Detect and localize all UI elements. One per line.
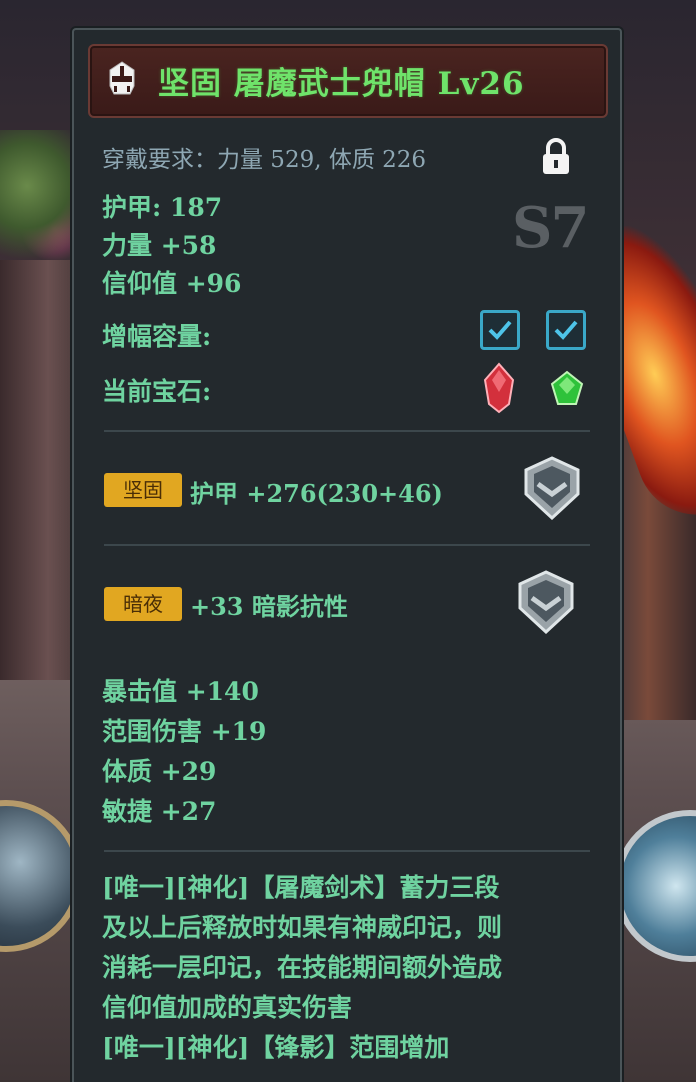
section-divider-1 bbox=[104, 430, 590, 432]
affix-tag-sturdy: 坚固 bbox=[104, 473, 182, 507]
wear-requirement: 穿戴要求：力量 529, 体质 226 bbox=[102, 147, 427, 173]
background-pillar-left bbox=[0, 260, 80, 680]
stat-armor: 护甲: 187 bbox=[102, 193, 223, 222]
stat-area-damage: 范围伤害 +19 bbox=[102, 717, 267, 746]
description-line-4: 信仰值加成的真实伤害 bbox=[102, 993, 353, 1022]
item-title-bar: 坚固 屠魔武士兜帽 Lv26 bbox=[88, 44, 608, 118]
description-line-5: [唯一][神化]【锋影】范围增加 bbox=[102, 1033, 450, 1062]
section-divider-3 bbox=[104, 850, 590, 852]
description-line-3: 消耗一层印记，在技能期间额外造成 bbox=[102, 953, 503, 982]
item-tooltip-panel: 坚固 屠魔武士兜帽 Lv26 穿戴要求：力量 529, 体质 226 护甲: 1… bbox=[72, 28, 622, 1082]
affix-text-armor: 护甲 +276(230+46) bbox=[190, 479, 443, 508]
description-line-1: [唯一][神化]【屠魔剑术】蓄力三段 bbox=[102, 873, 500, 902]
shield-icon[interactable] bbox=[516, 570, 576, 635]
grade-badge: S7 bbox=[512, 195, 589, 261]
gems-label: 当前宝石: bbox=[102, 377, 212, 406]
stat-constitution: 体质 +29 bbox=[102, 757, 217, 786]
slot-checkbox-1[interactable] bbox=[480, 310, 520, 350]
stat-strength: 力量 +58 bbox=[102, 231, 217, 260]
slots-label: 增幅容量: bbox=[102, 322, 212, 351]
green-gem-icon[interactable] bbox=[550, 370, 584, 412]
lock-icon[interactable] bbox=[540, 138, 572, 178]
section-divider-2 bbox=[104, 544, 590, 546]
affix-tag-night: 暗夜 bbox=[104, 587, 182, 621]
item-title: 坚固 屠魔武士兜帽 Lv26 bbox=[158, 66, 525, 102]
slot-checkbox-2[interactable] bbox=[546, 310, 586, 350]
affix-text-shadow-resist: +33 暗影抗性 bbox=[190, 592, 348, 621]
stat-crit: 暴击值 +140 bbox=[102, 677, 259, 706]
stat-faith: 信仰值 +96 bbox=[102, 269, 242, 298]
description-line-2: 及以上后释放时如果有神威印记，则 bbox=[102, 913, 503, 942]
shield-icon[interactable] bbox=[522, 456, 582, 521]
stat-agility: 敏捷 +27 bbox=[102, 797, 217, 826]
red-gem-icon[interactable] bbox=[482, 362, 516, 418]
helmet-icon bbox=[104, 60, 140, 100]
